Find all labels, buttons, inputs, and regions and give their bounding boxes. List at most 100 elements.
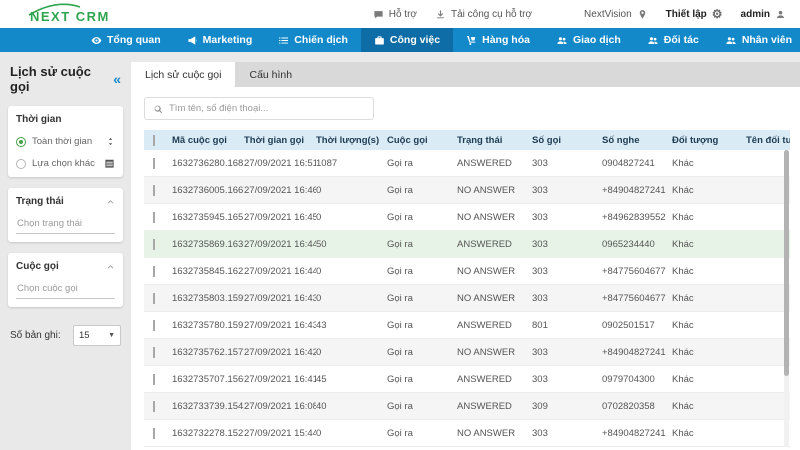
support-label: Hỗ trợ: [388, 8, 417, 20]
support-link[interactable]: Hỗ trợ: [373, 9, 417, 20]
cell: 1632735780.1591: [172, 319, 244, 331]
call-filter-header[interactable]: Cuộc gọi: [16, 261, 115, 272]
tab-2[interactable]: Cấu hình: [235, 62, 306, 87]
row-checkbox[interactable]: [153, 373, 155, 385]
row-checkbox[interactable]: [153, 211, 155, 223]
cell: Gọi ra: [387, 184, 413, 196]
nav-item-label: Hàng hóa: [482, 34, 530, 46]
call-filter-input[interactable]: Chọn cuộc gọi: [16, 281, 115, 299]
collapse-sidebar-button[interactable]: «: [113, 72, 121, 86]
users-icon: [725, 35, 737, 46]
cell: 27/09/2021 16:45:45: [244, 211, 316, 223]
cell: Khác: [672, 157, 694, 169]
table-row[interactable]: 1632732278.152927/09/2021 15:44:380 Gọi r…: [144, 420, 790, 447]
list-icon: [278, 35, 289, 46]
cell: Khác: [672, 265, 694, 277]
cell: Gọi ra: [387, 292, 413, 304]
row-checkbox[interactable]: [153, 400, 155, 412]
column-header: Thời gian gọi: [244, 134, 305, 146]
nav-item-2[interactable]: Marketing: [174, 28, 266, 52]
time-option-custom[interactable]: Lựa chọn khác: [16, 158, 115, 169]
cell: 27/09/2021 16:08:59: [244, 400, 316, 412]
nav-item-3[interactable]: Chiến dịch: [265, 28, 361, 52]
status-filter-title: Trạng thái: [16, 196, 64, 207]
radio-unselected-icon[interactable]: [16, 158, 26, 169]
cell: 1632735869.1636: [172, 238, 244, 250]
topbar-right: Hỗ trợ Tải công cụ hỗ trợ NextVision Thi…: [355, 7, 786, 21]
stepper-icon[interactable]: [106, 136, 115, 147]
table-row[interactable]: 1632733739.154327/09/2021 16:08:5940 Gọi …: [144, 393, 790, 420]
cell: Khác: [672, 346, 694, 358]
search-box[interactable]: [144, 97, 374, 120]
time-option-all[interactable]: Toàn thời gian: [16, 136, 115, 147]
row-checkbox[interactable]: [153, 157, 155, 169]
cell: +84904827241: [602, 346, 666, 358]
calendar-icon[interactable]: [104, 158, 115, 169]
nav-item-4[interactable]: Công việc: [360, 28, 454, 52]
chevron-up-icon[interactable]: [106, 197, 115, 206]
table-row[interactable]: 1632735945.165327/09/2021 16:45:450 Gọi r…: [144, 204, 790, 231]
records-count-select[interactable]: 15 ▼: [73, 325, 121, 346]
logo-swoosh-icon: [28, 3, 81, 16]
row-checkbox[interactable]: [153, 265, 155, 277]
brand-link[interactable]: NextVision: [584, 9, 648, 20]
nextcrm-logo[interactable]: NEXT CRM: [28, 3, 110, 24]
dolly-icon: [466, 35, 477, 46]
select-all-checkbox[interactable]: [153, 134, 155, 146]
radio-selected-icon[interactable]: [16, 136, 26, 147]
cell: 303: [532, 373, 548, 385]
status-filter-input[interactable]: Chọn trạng thái: [16, 216, 115, 234]
download-tool-link[interactable]: Tải công cụ hỗ trợ: [435, 9, 532, 20]
search-input[interactable]: [169, 103, 365, 114]
records-value: 15: [79, 330, 90, 341]
table-row[interactable]: 1632735845.162227/09/2021 16:44:050 Gọi r…: [144, 258, 790, 285]
cell: NO ANSWER: [457, 427, 516, 439]
column-header: Thời lượng(s): [316, 134, 380, 146]
row-checkbox[interactable]: [153, 184, 155, 196]
cell: 27/09/2021 16:51:20: [244, 157, 316, 169]
nav-item-1[interactable]: Tổng quan: [78, 28, 174, 52]
column-header: Trạng thái: [457, 134, 503, 146]
records-label: Số bản ghi:: [10, 330, 61, 341]
cell: 303: [532, 211, 548, 223]
nav-item-5[interactable]: Hàng hóa: [453, 28, 543, 52]
table-row[interactable]: 1632736005.166727/09/2021 16:46:450 Gọi r…: [144, 177, 790, 204]
cell: NO ANSWER: [457, 346, 516, 358]
table-row[interactable]: 1632735869.163627/09/2021 16:44:2950 Gọi …: [144, 231, 790, 258]
row-checkbox[interactable]: [153, 292, 155, 304]
user-menu[interactable]: admin: [741, 9, 786, 20]
eye-icon: [91, 35, 102, 46]
table-row[interactable]: 1632735762.157727/09/2021 16:42:420 Gọi r…: [144, 339, 790, 366]
table-row[interactable]: 1632735803.159927/09/2021 16:43:230 Gọi r…: [144, 285, 790, 312]
row-checkbox[interactable]: [153, 319, 155, 331]
cell: 27/09/2021 16:44:29: [244, 238, 316, 250]
cell: Khác: [672, 373, 694, 385]
main-area: Lịch sử cuộc gọiCấu hình Mã cuộc gọi Thời…: [131, 52, 800, 450]
cell: +84775604677: [602, 292, 666, 304]
nav-item-8[interactable]: Nhân viên: [712, 28, 800, 52]
megaphone-icon: [187, 35, 198, 46]
column-header: Số gọi: [532, 134, 562, 146]
row-checkbox[interactable]: [153, 427, 155, 439]
table-row[interactable]: 1632735707.156027/09/2021 16:41:4745 Gọi …: [144, 366, 790, 393]
cell: Gọi ra: [387, 157, 413, 169]
filter-sidebar: Lịch sử cuộc gọi « Thời gian Toàn thời g…: [0, 52, 131, 450]
cell: 0702820358: [602, 400, 655, 412]
cell: NO ANSWER: [457, 184, 516, 196]
nav-item-6[interactable]: Giao dịch: [543, 28, 634, 52]
users-icon: [556, 35, 568, 46]
table-row[interactable]: 1632735780.159127/09/2021 16:43:0043 Gọi …: [144, 312, 790, 339]
status-filter-header[interactable]: Trạng thái: [16, 196, 115, 207]
cell: 303: [532, 157, 548, 169]
tab-1[interactable]: Lịch sử cuộc gọi: [131, 62, 236, 87]
nav-item-7[interactable]: Đối tác: [634, 28, 712, 52]
cell: 40: [316, 400, 327, 412]
chevron-up-icon[interactable]: [106, 262, 115, 271]
download-tool-label: Tải công cụ hỗ trợ: [450, 8, 533, 20]
row-checkbox[interactable]: [153, 238, 155, 250]
row-checkbox[interactable]: [153, 346, 155, 358]
table-scrollbar-thumb[interactable]: [784, 150, 789, 376]
table-row[interactable]: 1632736280.168127/09/2021 16:51:201087 Gọ…: [144, 150, 790, 177]
cell: Gọi ra: [387, 319, 413, 331]
settings-link[interactable]: Thiết lập ⚙: [666, 7, 723, 21]
